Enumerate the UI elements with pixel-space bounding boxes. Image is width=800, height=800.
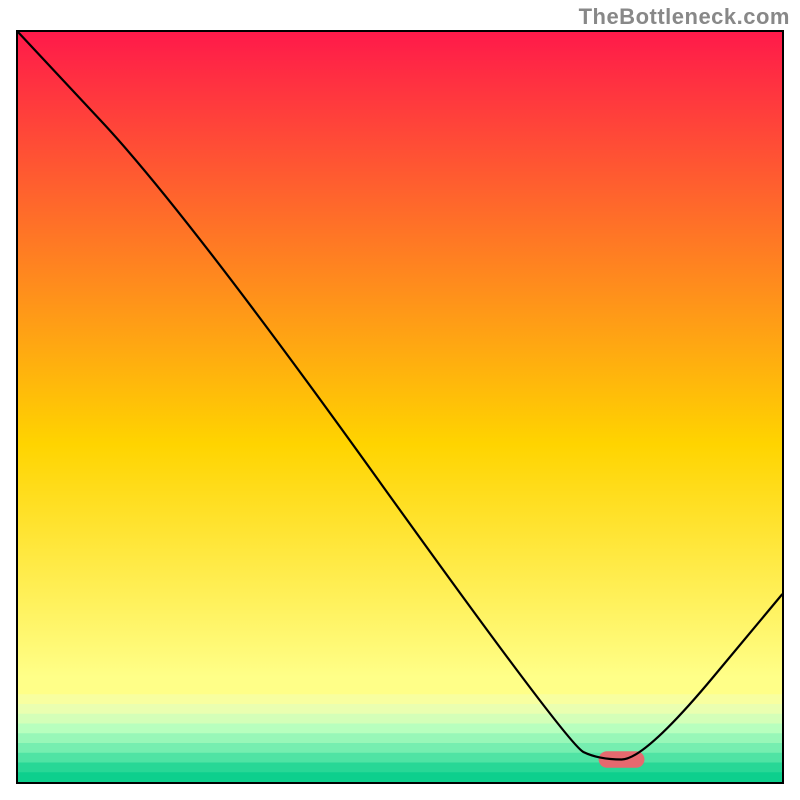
color-band <box>18 685 782 695</box>
gradient-background <box>18 32 782 782</box>
color-band <box>18 714 782 724</box>
color-band <box>18 743 782 753</box>
color-band <box>18 733 782 743</box>
color-band <box>18 763 782 773</box>
plot-svg <box>18 32 782 782</box>
color-bands <box>18 685 782 783</box>
color-band <box>18 772 782 782</box>
color-band <box>18 753 782 763</box>
color-band <box>18 704 782 714</box>
plot-area <box>16 30 784 784</box>
chart-wrapper: TheBottleneck.com <box>0 0 800 800</box>
watermark-text: TheBottleneck.com <box>579 4 790 30</box>
color-band <box>18 694 782 704</box>
